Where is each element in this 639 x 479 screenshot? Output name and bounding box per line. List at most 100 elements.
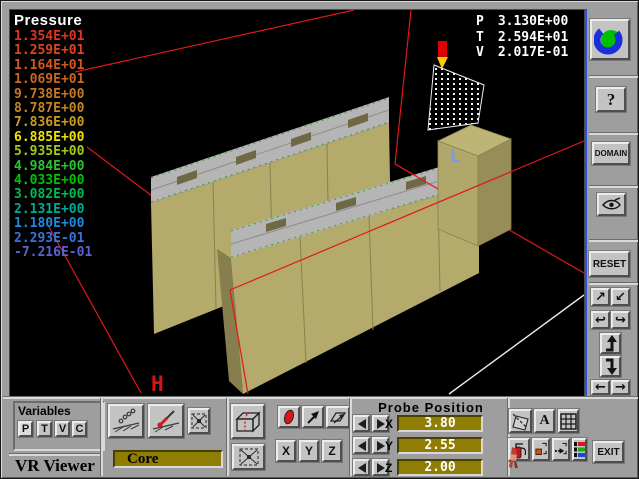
axis-y-button[interactable]: Y — [299, 440, 319, 462]
legend-entry: 7.836E+00 — [14, 115, 85, 131]
cradle-logo-icon — [594, 25, 623, 54]
readout-label: P — [476, 14, 484, 29]
left-triangle-icon — [357, 418, 366, 429]
readout-value: 2.594E+01 — [497, 29, 569, 45]
particles-icon — [112, 408, 140, 433]
exit-button[interactable]: EXIT — [593, 441, 624, 463]
viewport-sidebar-divider — [585, 9, 587, 398]
view-direction-button[interactable] — [597, 193, 626, 216]
move-up-button[interactable] — [600, 333, 621, 354]
legend-entry: -7.216E-01 — [14, 245, 93, 261]
3d-scene: H L — [10, 10, 584, 397]
probe-readout: P 3.130E+00 T 2.594E+01 V 2.017E-01 — [476, 14, 568, 61]
legend-entry: 4.984E+00 — [14, 158, 85, 174]
left-triangle-icon — [357, 440, 366, 451]
probe-x-decrement[interactable] — [353, 415, 370, 432]
probe-x-value[interactable]: 3.80 — [397, 415, 483, 432]
cut-plane-button[interactable] — [231, 404, 265, 439]
logo-button[interactable] — [590, 19, 630, 60]
legend-entry: 4.033E+00 — [14, 173, 85, 189]
rgb-bars-icon — [574, 442, 585, 457]
axis-x-button[interactable]: X — [276, 440, 296, 462]
left-triangle-icon — [357, 462, 366, 473]
move-left-button[interactable]: ← — [591, 380, 610, 395]
hook-arrow-up-icon — [605, 335, 617, 352]
3d-viewport[interactable]: H L Pressure 1.354E+01 1.259E+01 1.164E+01… — [9, 9, 585, 398]
probe-y-label: Y — [385, 439, 394, 453]
probe-x-label: X — [385, 417, 394, 431]
bracket-square-icon — [535, 442, 547, 456]
reset-button[interactable]: RESET — [589, 251, 630, 277]
legend-entry: 8.787E+00 — [14, 101, 85, 117]
annotation-button[interactable]: A — [534, 409, 555, 433]
rotate-left-button[interactable]: ↩ — [591, 311, 610, 329]
plane-orient-button[interactable] — [326, 406, 350, 428]
app-title: VR Viewer — [15, 456, 95, 475]
region-box-button[interactable] — [232, 444, 265, 470]
select-region-button[interactable] — [532, 438, 550, 461]
corner-box — [436, 124, 513, 247]
zoom-in-button[interactable]: ↗ — [591, 288, 610, 306]
probe-z-label: Z — [385, 461, 393, 475]
legend-entries: 1.354E+01 1.259E+01 1.164E+01 1.069E+01 9.73… — [14, 29, 93, 261]
legend-entry: 1.164E+01 — [14, 57, 85, 73]
variable-v-button[interactable]: V — [55, 421, 70, 437]
low-marker-label: L — [450, 147, 460, 167]
vr-viewer-window: H L Pressure 1.354E+01 1.259E+01 1.164E+01… — [0, 0, 639, 479]
box-cut-icon — [235, 410, 261, 433]
legend-entry: 1.259E+01 — [14, 43, 85, 59]
sheet-arrow-icon — [329, 412, 347, 424]
help-button[interactable]: ? — [596, 87, 626, 112]
dashed-box-x-icon — [191, 413, 207, 429]
grid-button[interactable] — [558, 409, 579, 433]
variable-t-button[interactable]: T — [37, 421, 52, 437]
legend-entry: 1.180E+00 — [14, 216, 85, 232]
readout-value: 3.130E+00 — [497, 14, 569, 29]
readout-row: V 2.017E-01 — [476, 45, 568, 61]
particle-trace-button[interactable] — [108, 404, 144, 438]
legend-entry: 9.738E+00 — [14, 86, 85, 102]
readout-row: P 3.130E+00 — [476, 14, 568, 30]
dashed-box-x-icon — [239, 448, 258, 466]
variable-c-button[interactable]: C — [72, 421, 87, 437]
high-marker-label: H — [151, 372, 164, 396]
legend-entry: 5.935E+00 — [14, 144, 85, 160]
grid-icon — [560, 412, 577, 430]
variables-title: Variables — [18, 404, 71, 418]
domain-button[interactable]: DOMAIN — [592, 142, 630, 165]
variable-p-button[interactable]: P — [18, 421, 33, 437]
plane-move-button[interactable] — [302, 406, 324, 428]
move-region-button[interactable] — [552, 438, 570, 461]
right-triangle-icon — [376, 418, 385, 429]
probe-z-decrement[interactable] — [353, 459, 370, 476]
probe-y-value[interactable]: 2.55 — [397, 437, 483, 454]
axis-z-button[interactable]: Z — [322, 440, 342, 462]
legend-palette-button[interactable] — [572, 438, 587, 461]
plane-display-button[interactable] — [278, 406, 300, 428]
readout-value: 2.017E-01 — [497, 45, 569, 60]
ne-arrow-icon — [307, 411, 319, 424]
extinguisher-tool-button[interactable] — [508, 438, 530, 461]
right-triangle-icon — [376, 462, 385, 473]
snapshot-button[interactable] — [509, 409, 532, 433]
hook-arrow-down-icon — [605, 358, 617, 375]
probe-tool-button[interactable] — [148, 404, 184, 438]
probe-y-decrement[interactable] — [353, 437, 370, 454]
sheet-pen-icon — [512, 413, 529, 431]
thermometer-probe-icon — [152, 410, 180, 433]
legend-entry: 1.354E+01 — [14, 29, 85, 44]
move-down-button[interactable] — [600, 356, 621, 377]
eye-icon — [602, 197, 621, 210]
pressure-legend: Pressure 1.354E+01 1.259E+01 1.164E+01 1.06… — [14, 12, 92, 261]
move-right-button[interactable]: → — [611, 380, 630, 395]
region-box-small-button[interactable] — [188, 408, 210, 434]
rotate-right-button[interactable]: ↪ — [611, 311, 630, 329]
fire-extinguisher-icon — [514, 442, 526, 458]
probe-z-value[interactable]: 2.00 — [397, 459, 483, 476]
zoom-out-button[interactable]: ↙ — [611, 288, 630, 306]
core-select[interactable]: Core — [113, 450, 223, 468]
bracket-arrow-icon — [554, 442, 567, 455]
readout-label: V — [476, 45, 484, 60]
legend-entry: 1.069E+01 — [14, 72, 85, 88]
right-triangle-icon — [376, 440, 385, 451]
